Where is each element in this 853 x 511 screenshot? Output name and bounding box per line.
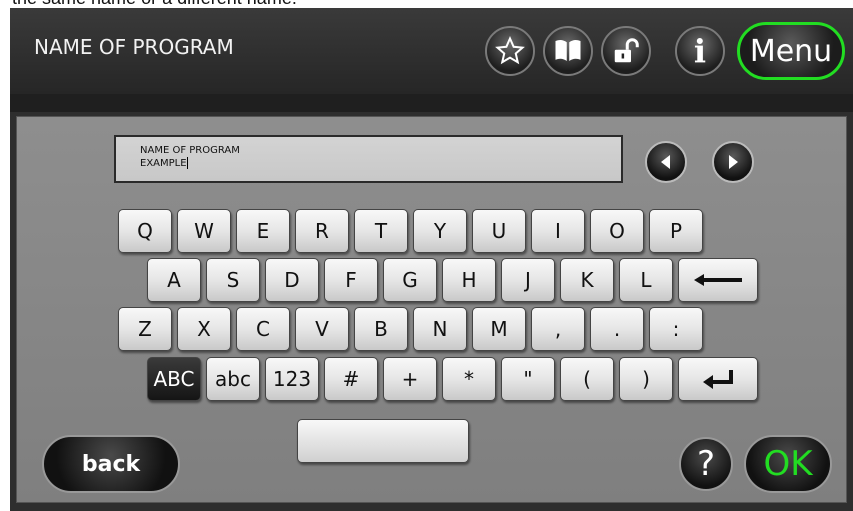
key-k[interactable]: K xyxy=(560,258,614,302)
program-name-value: EXAMPLE xyxy=(140,157,621,170)
key-y[interactable]: Y xyxy=(413,209,467,253)
key-b[interactable]: B xyxy=(354,307,408,351)
key-c[interactable]: C xyxy=(236,307,290,351)
space-key[interactable] xyxy=(297,419,469,463)
manual-button[interactable] xyxy=(543,26,593,76)
key-o[interactable]: O xyxy=(590,209,644,253)
left-arrow-icon xyxy=(661,155,670,169)
key-r[interactable]: R xyxy=(295,209,349,253)
mode-numeric-key[interactable]: 123 xyxy=(265,357,319,401)
info-button[interactable]: i xyxy=(675,26,725,76)
key-f[interactable]: F xyxy=(324,258,378,302)
key-colon[interactable]: : xyxy=(649,307,703,351)
key-x[interactable]: X xyxy=(177,307,231,351)
text-cursor xyxy=(186,157,188,169)
enter-key[interactable] xyxy=(678,357,758,401)
favorite-button[interactable] xyxy=(485,26,535,76)
key-z[interactable]: Z xyxy=(118,307,172,351)
enter-arrow-icon xyxy=(703,370,733,389)
star-icon xyxy=(495,36,525,65)
key-m[interactable]: M xyxy=(472,307,526,351)
program-name-text: EXAMPLE xyxy=(140,158,187,169)
key-l[interactable]: L xyxy=(619,258,673,302)
key-comma[interactable]: , xyxy=(531,307,585,351)
key-g[interactable]: G xyxy=(383,258,437,302)
cursor-left-button[interactable] xyxy=(645,141,687,183)
header-divider xyxy=(10,94,853,112)
info-icon: i xyxy=(693,32,707,70)
header-bar: NAME OF PROGRAM i Menu xyxy=(10,8,853,94)
key-hash[interactable]: # xyxy=(324,357,378,401)
program-name-label: NAME OF PROGRAM xyxy=(140,145,240,156)
key-quote[interactable]: " xyxy=(501,357,555,401)
device-frame: NAME OF PROGRAM i Menu N A M E O F PROGRAM E… xyxy=(10,8,853,511)
backspace-arrow-icon xyxy=(694,274,742,286)
key-s[interactable]: S xyxy=(206,258,260,302)
key-t[interactable]: T xyxy=(354,209,408,253)
menu-button[interactable]: Menu xyxy=(737,22,845,80)
key-period[interactable]: . xyxy=(590,307,644,351)
back-button[interactable]: back xyxy=(42,435,180,493)
key-e[interactable]: E xyxy=(236,209,290,253)
key-n[interactable]: N xyxy=(413,307,467,351)
key-i[interactable]: I xyxy=(531,209,585,253)
mode-uppercase-key[interactable]: ABC xyxy=(147,357,201,401)
book-icon xyxy=(555,40,581,61)
key-u[interactable]: U xyxy=(472,209,526,253)
key-v[interactable]: V xyxy=(295,307,349,351)
program-name-field[interactable]: NAME OF PROGRAM EXAMPLE xyxy=(114,135,623,183)
key-h[interactable]: H xyxy=(442,258,496,302)
key-w[interactable]: W xyxy=(177,209,231,253)
key-a[interactable]: A xyxy=(147,258,201,302)
key-q[interactable]: Q xyxy=(118,209,172,253)
lock-button[interactable] xyxy=(601,26,651,76)
keyboard-panel: NAME OF PROGRAM EXAMPLE Q W E R T Y U I … xyxy=(16,116,847,503)
help-button[interactable]: ? xyxy=(679,437,733,491)
key-asterisk[interactable]: * xyxy=(442,357,496,401)
key-p[interactable]: P xyxy=(649,209,703,253)
page-title: NAME OF PROGRAM xyxy=(34,35,234,59)
key-j[interactable]: J xyxy=(501,258,555,302)
key-close-paren[interactable]: ) xyxy=(619,357,673,401)
mode-lowercase-key[interactable]: abc xyxy=(206,357,260,401)
unlock-icon xyxy=(614,38,639,63)
cursor-right-button[interactable] xyxy=(712,141,754,183)
backspace-key[interactable] xyxy=(678,258,758,302)
key-plus[interactable]: + xyxy=(383,357,437,401)
right-arrow-icon xyxy=(729,155,738,169)
key-d[interactable]: D xyxy=(265,258,319,302)
key-open-paren[interactable]: ( xyxy=(560,357,614,401)
ok-button[interactable]: OK xyxy=(744,435,832,493)
